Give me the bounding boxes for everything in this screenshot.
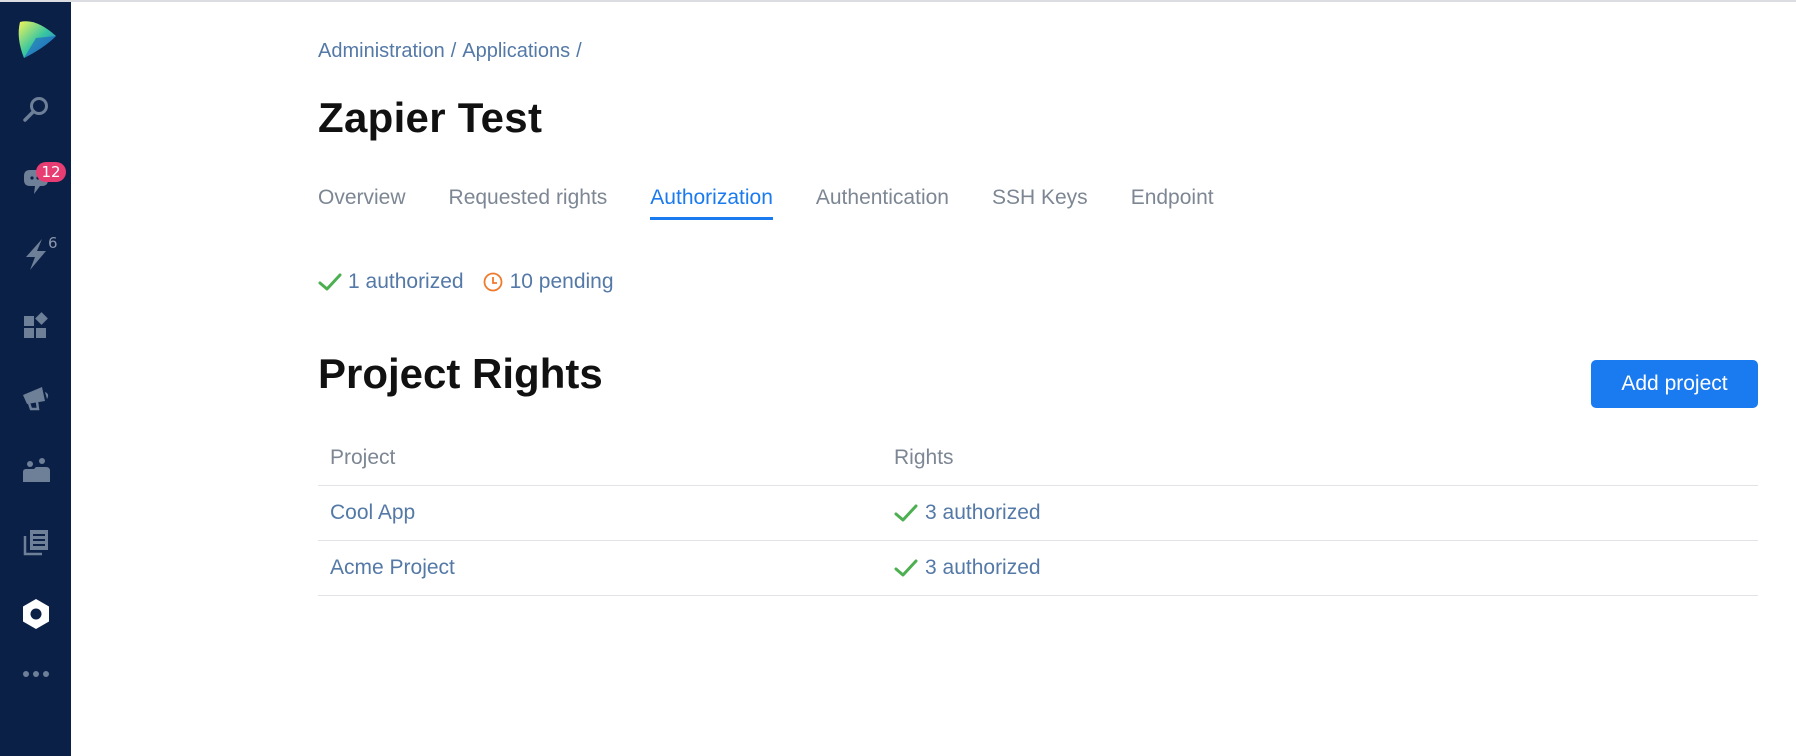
documents-icon: [23, 530, 48, 556]
column-header-project: Project: [330, 446, 396, 469]
people-icon: [22, 458, 50, 482]
sidebar-item-apps[interactable]: [0, 298, 71, 354]
tab-bar: Overview Requested rights Authorization …: [318, 186, 1257, 220]
authorization-status: 1 authorized 10 pending: [318, 270, 632, 294]
breadcrumb-separator: /: [450, 40, 457, 62]
breadcrumb: Administration / Applications /: [318, 40, 588, 63]
column-header-rights: Rights: [894, 446, 954, 469]
messages-badge: 12: [36, 162, 66, 182]
breadcrumb-separator: /: [576, 40, 582, 62]
project-name-link[interactable]: Acme Project: [330, 556, 455, 579]
rights-status: 3 authorized: [925, 501, 1041, 524]
tab-authentication[interactable]: Authentication: [816, 186, 949, 220]
more-dots-icon: [22, 671, 49, 677]
add-project-button[interactable]: Add project: [1591, 360, 1758, 408]
project-rights-table: Project Rights Cool App 3 authorized Acm…: [318, 431, 1758, 596]
tab-ssh-keys[interactable]: SSH Keys: [992, 186, 1088, 220]
table-row: Acme Project 3 authorized: [318, 541, 1758, 596]
sidebar-item-messages[interactable]: 12: [0, 154, 71, 210]
pending-count: 10 pending: [509, 270, 614, 293]
activity-badge: 6: [48, 234, 58, 252]
sidebar: 12 6: [0, 2, 71, 756]
sidebar-item-search[interactable]: [0, 82, 71, 138]
sidebar-item-activity[interactable]: 6: [0, 226, 71, 282]
tab-overview[interactable]: Overview: [318, 186, 406, 220]
app-logo[interactable]: [0, 10, 71, 66]
tab-endpoint[interactable]: Endpoint: [1131, 186, 1214, 220]
authorized-status: 1 authorized: [318, 270, 464, 294]
breadcrumb-applications[interactable]: Applications: [462, 40, 570, 62]
sidebar-item-announcements[interactable]: [0, 370, 71, 426]
table-header: Project Rights: [318, 431, 1758, 486]
authorized-count: 1 authorized: [348, 270, 464, 293]
check-icon: [318, 273, 342, 291]
sidebar-item-people[interactable]: [0, 442, 71, 498]
hexagon-nut-icon: [22, 599, 49, 629]
section-title: Project Rights: [318, 350, 603, 397]
lightning-icon: [25, 239, 46, 270]
widgets-icon: [23, 312, 48, 338]
megaphone-icon: [22, 387, 48, 411]
sidebar-item-administration[interactable]: [0, 586, 71, 642]
clock-icon: [483, 272, 502, 292]
tab-authorization[interactable]: Authorization: [650, 186, 773, 220]
check-icon: [894, 559, 918, 577]
table-row: Cool App 3 authorized: [318, 486, 1758, 541]
rights-status: 3 authorized: [925, 556, 1041, 579]
tab-requested-rights[interactable]: Requested rights: [449, 186, 608, 220]
sidebar-item-more[interactable]: [0, 646, 71, 702]
top-border: [0, 0, 1796, 2]
search-icon: [22, 97, 48, 122]
project-name-link[interactable]: Cool App: [330, 501, 415, 524]
breadcrumb-administration[interactable]: Administration: [318, 40, 445, 62]
page-title: Zapier Test: [318, 94, 543, 141]
check-icon: [894, 504, 918, 522]
logo-icon: [18, 21, 56, 58]
sidebar-item-documents[interactable]: [0, 514, 71, 570]
pending-status: 10 pending: [482, 270, 614, 294]
